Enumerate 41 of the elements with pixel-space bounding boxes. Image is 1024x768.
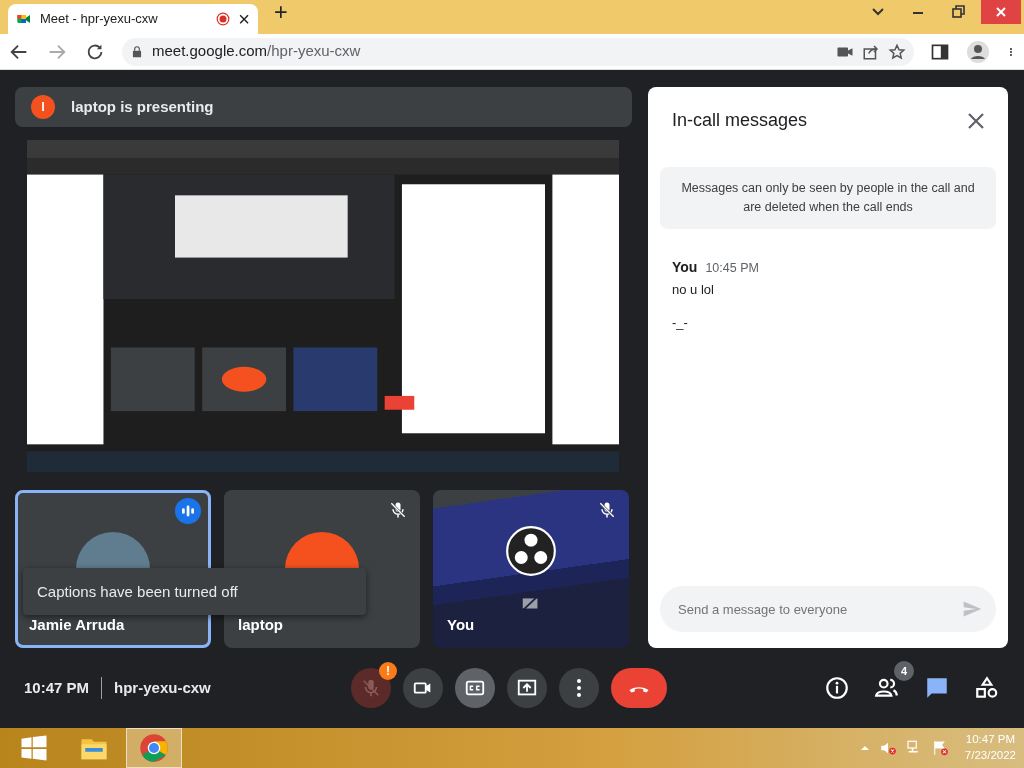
share-icon[interactable] <box>862 42 880 61</box>
participant-name: laptop <box>238 614 283 635</box>
browser-tab[interactable]: Meet - hpr-yexu-cxw × <box>8 4 258 34</box>
avatar: l <box>31 95 55 119</box>
star-icon[interactable] <box>888 42 906 61</box>
taskbar-app[interactable] <box>126 728 182 768</box>
participant-name: You <box>447 614 475 635</box>
toast-message: Captions have been turned off <box>23 568 366 615</box>
tab-title: Meet - hpr-yexu-cxw <box>40 10 159 29</box>
tab-close-button[interactable]: × <box>238 4 250 34</box>
message-time: 10:45 PM <box>705 259 759 277</box>
chrome-icon <box>139 733 169 763</box>
profile-icon[interactable] <box>966 39 990 64</box>
camera-button[interactable] <box>403 668 443 708</box>
leave-call-button[interactable] <box>611 668 667 708</box>
info-notice: Messages can only be seen by people in the call and are deleted when the call ends <box>660 167 996 229</box>
start-icon <box>19 733 49 763</box>
lock-icon <box>130 44 144 59</box>
close-icon[interactable] <box>978 0 1024 24</box>
count-badge: 4 <box>894 661 914 681</box>
activities-icon[interactable] <box>974 675 1000 701</box>
mic-button[interactable] <box>351 668 391 708</box>
new-tab-button[interactable]: + <box>274 0 288 30</box>
audio-level-icon <box>175 498 201 524</box>
logo-icon <box>505 525 557 577</box>
more-icon <box>576 677 582 699</box>
message-text: -_- <box>672 314 689 332</box>
meeting-code: hpr-yexu-cxw <box>113 677 211 698</box>
present-button[interactable] <box>507 668 547 708</box>
mic-off-icon <box>360 677 382 699</box>
participant-name: Jamie Arruda <box>29 614 125 635</box>
message-input[interactable]: Send a message to everyone <box>660 586 996 632</box>
panel-title: In-call messages <box>672 109 808 132</box>
presenting-text: laptop is presenting <box>71 96 214 117</box>
captions-button[interactable] <box>455 668 495 708</box>
info-icon[interactable] <box>824 675 850 701</box>
more-options-button[interactable] <box>559 668 599 708</box>
alert-badge: ! <box>379 662 397 680</box>
message-sender: You <box>672 257 698 277</box>
meeting-time: 10:47 PM <box>24 676 103 700</box>
message-text: no u lol <box>672 280 715 299</box>
